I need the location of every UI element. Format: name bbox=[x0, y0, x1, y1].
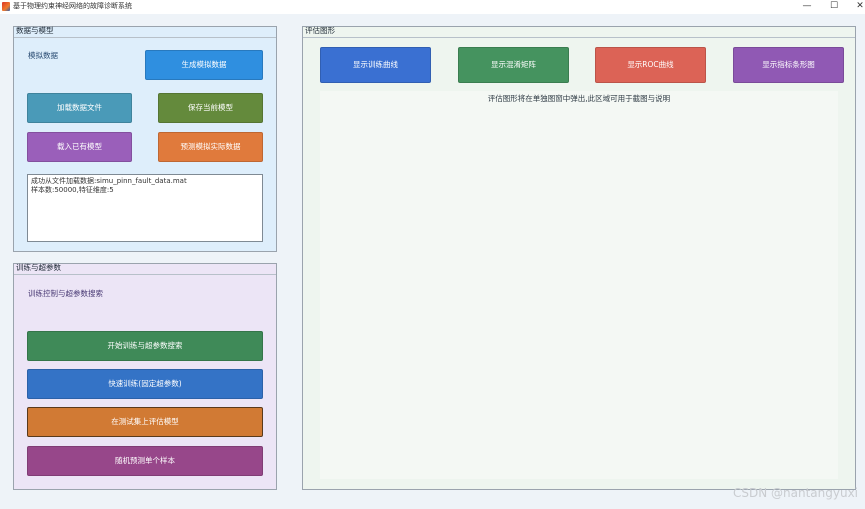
evaluation-panel-title: 评估图形 bbox=[305, 26, 335, 35]
predict-real-data-button[interactable]: 预测模拟实际数据 bbox=[158, 132, 263, 162]
training-panel: 训练与超参数 训练控制与超参数搜索 开始训练与超参数搜索 快速训练(固定超参数)… bbox=[13, 263, 277, 490]
generate-data-button-label: 生成模拟数据 bbox=[181, 60, 227, 69]
show-training-curve-button-label: 显示训练曲线 bbox=[353, 60, 398, 69]
minimize-button[interactable]: — bbox=[793, 0, 821, 14]
log-textbox[interactable]: 成功从文件加载数据:simu_pinn_fault_data.mat 样本数:5… bbox=[27, 174, 263, 242]
figure-canvas-area: 评估图形将在单独图窗中弹出,此区域可用于截图与说明 bbox=[320, 91, 838, 479]
load-model-button-label: 载入已有模型 bbox=[57, 142, 102, 151]
evaluate-model-button[interactable]: 在测试集上评估模型 bbox=[27, 407, 263, 437]
show-roc-curve-button-label: 显示ROC曲线 bbox=[627, 60, 674, 69]
maximize-button[interactable]: ☐ bbox=[820, 0, 848, 14]
window-title: 基于物理约束神经网络的故障诊断系统 bbox=[13, 2, 132, 10]
random-predict-button-label: 随机预测单个样本 bbox=[115, 456, 175, 465]
quick-train-button[interactable]: 快速训练(固定超参数) bbox=[27, 369, 263, 399]
close-button[interactable]: ✕ bbox=[846, 0, 865, 14]
watermark: CSDN @nantangyuxi bbox=[732, 486, 858, 500]
app-window: 基于物理约束神经网络的故障诊断系统 — ☐ ✕ 数据与模型 模拟数据 生成模拟数… bbox=[0, 0, 865, 509]
save-model-button[interactable]: 保存当前模型 bbox=[158, 93, 263, 123]
panel-divider bbox=[14, 37, 276, 38]
simulated-data-label: 模拟数据 bbox=[28, 51, 58, 60]
show-metrics-bar-button-label: 显示指标条形图 bbox=[762, 60, 815, 69]
start-search-button-label: 开始训练与超参数搜索 bbox=[107, 341, 183, 350]
title-bar: 基于物理约束神经网络的故障诊断系统 — ☐ ✕ bbox=[0, 0, 865, 14]
evaluate-model-button-label: 在测试集上评估模型 bbox=[111, 417, 179, 426]
panel-divider bbox=[303, 37, 855, 38]
training-control-label: 训练控制与超参数搜索 bbox=[28, 289, 103, 298]
evaluation-panel: 评估图形 显示训练曲线 显示混淆矩阵 显示ROC曲线 显示指标条形图 评估图形将… bbox=[302, 26, 856, 490]
generate-data-button[interactable]: 生成模拟数据 bbox=[145, 50, 263, 80]
log-line: 样本数:50000,特征维度:5 bbox=[31, 186, 114, 194]
show-confusion-matrix-button[interactable]: 显示混淆矩阵 bbox=[458, 47, 569, 83]
data-model-panel: 数据与模型 模拟数据 生成模拟数据 加载数据文件 保存当前模型 载入已有模型 预… bbox=[13, 26, 277, 252]
load-data-file-button-label: 加载数据文件 bbox=[57, 103, 102, 112]
log-line: 成功从文件加载数据:simu_pinn_fault_data.mat bbox=[31, 177, 187, 185]
app-logo-icon bbox=[2, 2, 10, 11]
show-training-curve-button[interactable]: 显示训练曲线 bbox=[320, 47, 431, 83]
predict-real-data-button-label: 预测模拟实际数据 bbox=[180, 142, 241, 151]
show-roc-curve-button[interactable]: 显示ROC曲线 bbox=[595, 47, 706, 83]
load-model-button[interactable]: 载入已有模型 bbox=[27, 132, 132, 162]
data-model-panel-title: 数据与模型 bbox=[16, 26, 54, 35]
show-metrics-bar-button[interactable]: 显示指标条形图 bbox=[733, 47, 844, 83]
show-confusion-matrix-button-label: 显示混淆矩阵 bbox=[491, 60, 536, 69]
quick-train-button-label: 快速训练(固定超参数) bbox=[108, 379, 182, 388]
save-model-button-label: 保存当前模型 bbox=[188, 103, 233, 112]
start-search-button[interactable]: 开始训练与超参数搜索 bbox=[27, 331, 263, 361]
random-predict-button[interactable]: 随机预测单个样本 bbox=[27, 446, 263, 476]
panel-divider bbox=[14, 274, 276, 275]
training-panel-title: 训练与超参数 bbox=[16, 263, 61, 272]
load-data-file-button[interactable]: 加载数据文件 bbox=[27, 93, 132, 123]
canvas-note: 评估图形将在单独图窗中弹出,此区域可用于截图与说明 bbox=[487, 94, 671, 103]
